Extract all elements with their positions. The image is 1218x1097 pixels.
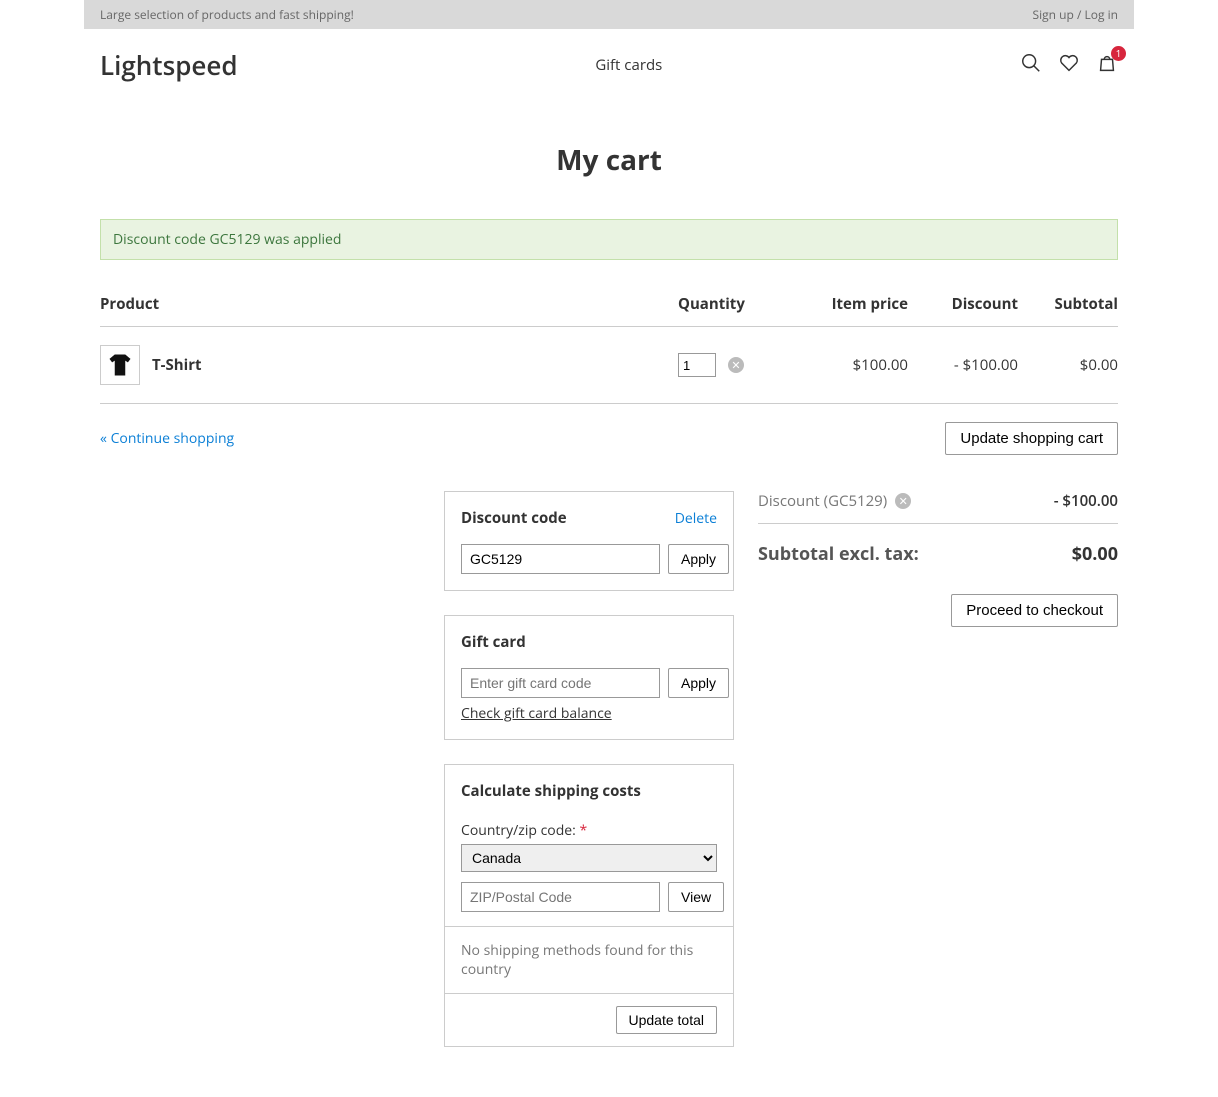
giftcard-apply-button[interactable]: Apply	[668, 668, 729, 698]
no-shipping-msg: No shipping methods found for this count…	[445, 926, 733, 979]
col-item-price: Item price	[798, 288, 908, 327]
remove-item-icon[interactable]: ✕	[728, 357, 744, 373]
subtotal-value: $0.00	[1072, 542, 1118, 566]
cart-table: Product Quantity Item price Discount Sub…	[100, 288, 1118, 404]
discount-code-panel: Discount code Delete Apply	[444, 491, 734, 591]
cart-badge: 1	[1111, 46, 1126, 61]
search-icon[interactable]	[1020, 52, 1042, 79]
update-cart-button[interactable]: Update shopping cart	[945, 422, 1118, 455]
nav-gift-cards[interactable]: Gift cards	[595, 55, 662, 75]
shipping-panel: Calculate shipping costs Country/zip cod…	[444, 764, 734, 1047]
discount-title: Discount code	[461, 508, 567, 528]
signup-login-link[interactable]: Sign up / Log in	[1033, 6, 1118, 23]
gift-card-panel: Gift card Apply Check gift card balance	[444, 615, 734, 740]
shipping-view-button[interactable]: View	[668, 882, 724, 912]
success-alert: Discount code GC5129 was applied	[100, 219, 1118, 260]
shipping-title: Calculate shipping costs	[461, 781, 641, 801]
zip-input[interactable]	[461, 882, 660, 912]
giftcard-title: Gift card	[461, 632, 526, 652]
col-quantity: Quantity	[678, 288, 798, 327]
page-title: My cart	[100, 141, 1118, 179]
product-thumb[interactable]	[100, 345, 140, 385]
country-select[interactable]: Canada	[461, 844, 717, 872]
quantity-stepper[interactable]	[678, 353, 716, 377]
col-subtotal: Subtotal	[1018, 288, 1118, 327]
cell-item-price: $100.00	[798, 327, 908, 404]
discount-delete-link[interactable]: Delete	[675, 509, 717, 528]
discount-code-input[interactable]	[461, 544, 660, 574]
col-product: Product	[100, 288, 678, 327]
wishlist-icon[interactable]	[1058, 52, 1080, 79]
continue-shopping-link[interactable]: « Continue shopping	[100, 429, 234, 448]
giftcard-code-input[interactable]	[461, 668, 660, 698]
table-row: T-Shirt ✕ $100.00 - $100.00 $0.00	[100, 327, 1118, 404]
update-total-button[interactable]: Update total	[616, 1006, 718, 1034]
col-discount: Discount	[908, 288, 1018, 327]
top-tagline: Large selection of products and fast shi…	[100, 6, 354, 23]
logo[interactable]: Lightspeed	[100, 47, 238, 83]
proceed-checkout-button[interactable]: Proceed to checkout	[951, 594, 1118, 627]
product-name-link[interactable]: T-Shirt	[152, 355, 202, 375]
required-star: *	[579, 821, 587, 840]
remove-discount-icon[interactable]: ✕	[895, 493, 911, 509]
subtotal-label: Subtotal excl. tax:	[758, 542, 919, 566]
totals-discount-label: Discount (GC5129)	[758, 491, 887, 511]
discount-apply-button[interactable]: Apply	[668, 544, 729, 574]
cart-icon[interactable]: 1	[1096, 52, 1118, 79]
country-zip-label: Country/zip code: *	[461, 821, 717, 840]
giftcard-balance-link[interactable]: Check gift card balance	[461, 704, 612, 723]
cell-subtotal: $0.00	[1018, 327, 1118, 404]
cell-discount: - $100.00	[908, 327, 1018, 404]
totals-discount-value: - $100.00	[1054, 491, 1118, 511]
